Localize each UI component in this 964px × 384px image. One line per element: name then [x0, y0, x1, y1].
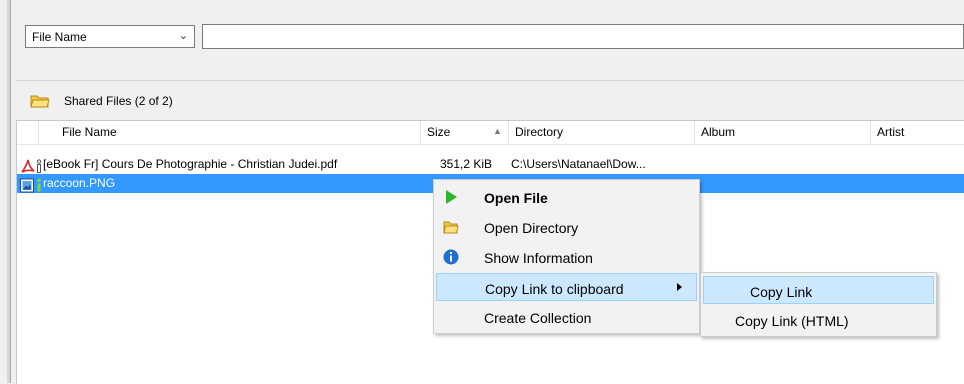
column-header-artist[interactable]: Artist — [871, 121, 964, 144]
file-name: raccoon.PNG — [43, 176, 116, 190]
table-row[interactable]: [eBook Fr] Cours De Photographie - Chris… — [17, 155, 964, 174]
file-directory: C:\Users\Natanael\Dow... — [511, 157, 646, 171]
submenu-item-label: Copy Link — [750, 284, 813, 300]
menu-item-label: Copy Link to clipboard — [485, 281, 624, 297]
submenu-item-copy-link-html[interactable]: Copy Link (HTML) — [703, 306, 934, 334]
menu-item-label: Show Information — [484, 250, 593, 266]
context-menu: Open File Open Directory Show Informatio… — [433, 179, 700, 334]
column-header-album[interactable]: Album — [695, 121, 871, 144]
menu-item-label: Create Collection — [484, 310, 592, 326]
submenu-arrow-icon — [677, 283, 682, 291]
info-icon — [443, 249, 459, 265]
left-panel-edge — [7, 0, 11, 383]
submenu-item-label: Copy Link (HTML) — [735, 313, 849, 329]
folder-icon — [443, 221, 459, 234]
menu-item-label: Open File — [484, 190, 548, 206]
menu-item-show-information[interactable]: Show Information — [436, 243, 697, 271]
menu-item-open-directory[interactable]: Open Directory — [436, 213, 697, 241]
file-name: [eBook Fr] Cours De Photographie - Chris… — [43, 157, 338, 171]
filter-field-dropdown[interactable]: File Name ⌄ — [25, 25, 195, 48]
column-header-icon[interactable] — [17, 121, 39, 144]
filter-field-value: File Name — [32, 30, 87, 44]
shared-files-title: Shared Files (2 of 2) — [64, 94, 173, 108]
column-header-file-name[interactable]: File Name — [39, 121, 421, 144]
image-file-icon — [20, 178, 34, 193]
column-headers: File Name Size ▲ Directory Album Artist — [17, 121, 964, 145]
folder-icon — [30, 95, 50, 108]
menu-item-open-file[interactable]: Open File — [436, 183, 697, 211]
column-header-directory[interactable]: Directory — [509, 121, 695, 144]
file-size: 351,2 KiB — [440, 157, 493, 171]
submenu-item-copy-link[interactable]: Copy Link — [703, 276, 934, 304]
file-info-status-icon — [37, 178, 41, 192]
filter-search-input[interactable] — [202, 24, 964, 49]
menu-item-label: Open Directory — [484, 220, 579, 236]
menu-item-create-collection[interactable]: Create Collection — [436, 303, 697, 331]
search-filter-bar: File Name ⌄ — [16, 0, 964, 81]
chevron-down-icon: ⌄ — [178, 30, 188, 42]
copy-link-submenu: Copy Link Copy Link (HTML) — [700, 272, 937, 337]
play-icon — [446, 190, 457, 204]
menu-item-copy-link-to-clipboard[interactable]: Copy Link to clipboard — [436, 273, 697, 301]
sort-ascending-icon: ▲ — [493, 126, 502, 136]
